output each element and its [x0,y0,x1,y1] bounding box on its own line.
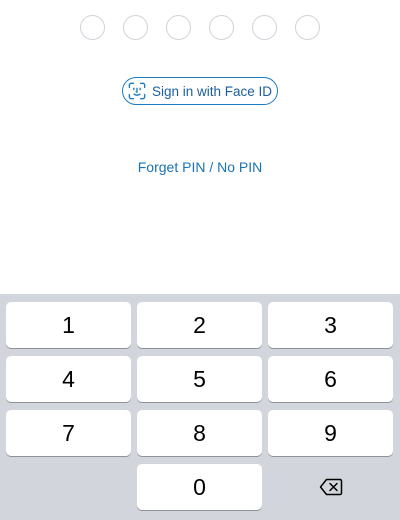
key-8[interactable]: 8 [137,410,262,456]
face-id-button-label: Sign in with Face ID [151,83,273,99]
pin-dot-5 [252,15,277,40]
face-id-icon [128,82,146,100]
backspace-icon [319,478,342,496]
face-id-sign-in-button[interactable]: Sign in with Face ID [122,77,278,105]
key-4[interactable]: 4 [6,356,131,402]
pin-dot-2 [123,15,148,40]
backspace-key[interactable] [268,464,393,510]
key-1[interactable]: 1 [6,302,131,348]
pin-dot-3 [166,15,191,40]
key-9[interactable]: 9 [268,410,393,456]
key-6[interactable]: 6 [268,356,393,402]
numeric-keypad: 1 2 3 4 5 6 7 8 9 0 [0,294,400,520]
key-2[interactable]: 2 [137,302,262,348]
key-7[interactable]: 7 [6,410,131,456]
pin-dot-1 [80,15,105,40]
key-5[interactable]: 5 [137,356,262,402]
key-3[interactable]: 3 [268,302,393,348]
forget-pin-link[interactable]: Forget PIN / No PIN [0,159,400,175]
pin-dot-4 [209,15,234,40]
key-0[interactable]: 0 [137,464,262,510]
pin-dot-6 [295,15,320,40]
pin-entry-dots [80,15,320,43]
